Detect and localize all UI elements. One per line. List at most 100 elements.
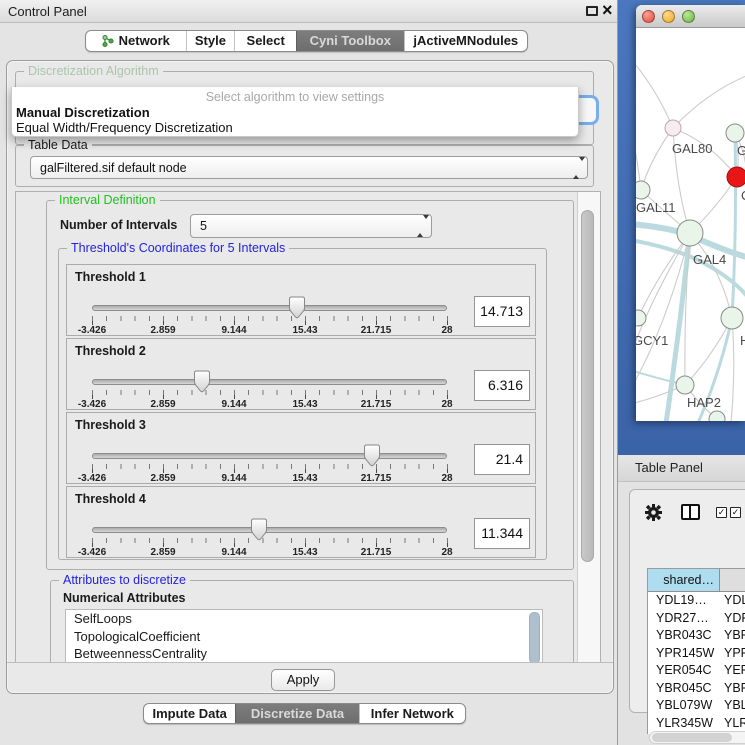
tick-label: 21.715: [361, 325, 392, 336]
network-node[interactable]: [726, 124, 744, 142]
gear-icon[interactable]: [645, 504, 662, 521]
tab-jactivemnodules[interactable]: jActiveMNodules: [404, 31, 527, 51]
network-window-titlebar: [636, 5, 745, 28]
settings-scroll-viewport: Interval Definition Number of Intervals …: [15, 191, 601, 663]
table-data-combobox[interactable]: galFiltered.sif default node: [30, 156, 588, 179]
table-row[interactable]: YDR27…YDR2: [648, 610, 745, 628]
network-graph-canvas[interactable]: GAL80 GA C GAL11 GAL4 GCY1 H HAP2: [636, 28, 745, 421]
table-horizontal-scrollbar[interactable]: [649, 731, 745, 744]
table-row[interactable]: YER054CYER0: [648, 662, 745, 680]
numerical-attributes-list[interactable]: SelfLoops TopologicalCoefficient Between…: [65, 609, 543, 663]
network-node[interactable]: [636, 181, 650, 199]
threshold-1-slider[interactable]: -3.426 2.859 9.144 15.43 21.715 28: [92, 299, 447, 337]
table-row[interactable]: YBR043CYBR0: [648, 627, 745, 645]
tick-label: 15.43: [292, 399, 317, 410]
threshold-2-value-field[interactable]: 6.316: [474, 370, 530, 401]
tab-discretize-data[interactable]: Discretize Data: [235, 704, 358, 723]
tab-cyni-toolbox[interactable]: Cyni Toolbox: [296, 31, 404, 51]
list-scrollbar[interactable]: [529, 612, 540, 663]
cell: YPR1: [724, 645, 745, 663]
network-node-gal4[interactable]: [677, 220, 703, 246]
threshold-4-slider[interactable]: -3.426 2.859 9.144 15.43 21.715 28: [92, 521, 447, 559]
column-header-shared-name[interactable]: shared…: [648, 569, 720, 592]
node-label-hap2: HAP2: [687, 395, 721, 410]
split-panel-icon[interactable]: [681, 504, 700, 520]
table-data-group-title: Table Data: [24, 138, 92, 152]
list-item[interactable]: BetweennessCentrality: [66, 645, 542, 663]
table-row[interactable]: YDL19…YDL1: [648, 592, 745, 610]
checkbox-icon[interactable]: ✓: [730, 507, 741, 518]
network-node[interactable]: [721, 307, 743, 329]
tick-label: 28: [441, 547, 452, 558]
tick-label: 9.144: [221, 399, 246, 410]
table-horizontal-scrollbar-thumb[interactable]: [652, 733, 732, 742]
slider-track[interactable]: [92, 305, 447, 311]
cell: YBR043C: [656, 627, 718, 645]
slider-thumb[interactable]: [194, 370, 211, 393]
window-close-button[interactable]: [642, 10, 655, 23]
threshold-3-value-field[interactable]: 21.4: [474, 444, 530, 475]
network-view-window: GAL80 GA C GAL11 GAL4 GCY1 H HAP2: [636, 5, 745, 421]
tab-impute-data[interactable]: Impute Data: [144, 704, 235, 723]
float-window-icon[interactable]: [586, 6, 598, 16]
window-zoom-button[interactable]: [682, 10, 695, 23]
threshold-3-label: Threshold 3: [75, 418, 146, 432]
network-node-red-selected[interactable]: [727, 167, 745, 187]
cell: YER0: [724, 662, 745, 680]
table-row[interactable]: YLR345WYLR3: [648, 715, 745, 733]
apply-button[interactable]: Apply: [271, 669, 335, 691]
threshold-3-slider[interactable]: -3.426 2.859 9.144 15.43 21.715 28: [92, 447, 447, 485]
network-node-hap2[interactable]: [676, 376, 694, 394]
network-node[interactable]: [709, 411, 725, 421]
list-item[interactable]: TopologicalCoefficient: [66, 628, 542, 646]
cell: YPR145W: [656, 645, 718, 663]
table-panel-title: Table Panel: [635, 455, 703, 481]
tab-network[interactable]: Network: [86, 31, 186, 51]
list-item[interactable]: SelfLoops: [66, 610, 542, 628]
network-node-pink[interactable]: [665, 120, 681, 136]
threshold-2-slider[interactable]: -3.426 2.859 9.144 15.43 21.715 28: [92, 373, 447, 411]
tab-style[interactable]: Style: [186, 31, 235, 51]
window-minimize-button[interactable]: [662, 10, 675, 23]
node-label-partial: H: [740, 333, 745, 348]
settings-scrollbar-thumb[interactable]: [581, 210, 594, 562]
tick-label: 2.859: [150, 547, 175, 558]
settings-scrollbar-track[interactable]: [577, 192, 601, 663]
slider-thumb[interactable]: [364, 444, 381, 467]
combo-arrows-icon: [573, 161, 580, 175]
algorithm-option-placeholder[interactable]: Select algorithm to view settings: [12, 90, 578, 105]
checkbox-icon[interactable]: ✓: [716, 507, 727, 518]
table-row[interactable]: YPR145W YPR1: [648, 645, 745, 663]
table-data-group: Table Data galFiltered.sif default node: [15, 145, 594, 187]
tab-select[interactable]: Select: [234, 31, 296, 51]
attributes-to-discretize-group: Attributes to discretize Numerical Attri…: [50, 580, 574, 663]
tab-discretize-data-label: Discretize Data: [251, 704, 344, 723]
tab-impute-data-label: Impute Data: [153, 704, 227, 723]
threshold-4-value-field[interactable]: 11.344: [474, 518, 530, 549]
slider-thumb[interactable]: [288, 296, 305, 319]
slider-track[interactable]: [92, 453, 447, 459]
number-of-intervals-spinner[interactable]: 5: [190, 214, 432, 238]
tick-label: 2.859: [150, 473, 175, 484]
table-rows: YDL19…YDL1 YDR27…YDR2 YBR043CYBR0 YPR145…: [648, 592, 745, 734]
tick-label: 15.43: [292, 325, 317, 336]
discretization-algorithm-group-title: Discretization Algorithm: [24, 64, 163, 78]
tab-infer-network-label: Infer Network: [371, 704, 454, 723]
threshold-1-value-field[interactable]: 14.713: [474, 296, 530, 327]
table-panel-titlebar: Table Panel: [618, 455, 745, 482]
table-row[interactable]: YBL079WYBL0: [648, 697, 745, 715]
column-header-name[interactable]: na: [720, 569, 745, 592]
table-row[interactable]: YBR045CYBR0: [648, 680, 745, 698]
algorithm-option-manual[interactable]: Manual Discretization: [16, 105, 578, 120]
tick-label: -3.426: [78, 325, 106, 336]
slider-thumb[interactable]: [250, 518, 267, 541]
network-node-gcy1[interactable]: [636, 310, 646, 326]
tab-infer-network[interactable]: Infer Network: [359, 704, 465, 723]
close-icon[interactable]: ×: [602, 0, 613, 22]
tick-label: 21.715: [361, 473, 392, 484]
numerical-attributes-label: Numerical Attributes: [63, 591, 185, 605]
algorithm-option-equal-width[interactable]: Equal Width/Frequency Discretization: [16, 120, 578, 135]
slider-track[interactable]: [92, 379, 447, 385]
control-panel-window: Control Panel × Network Style Select Cyn…: [0, 0, 618, 745]
slider-track[interactable]: [92, 527, 447, 533]
